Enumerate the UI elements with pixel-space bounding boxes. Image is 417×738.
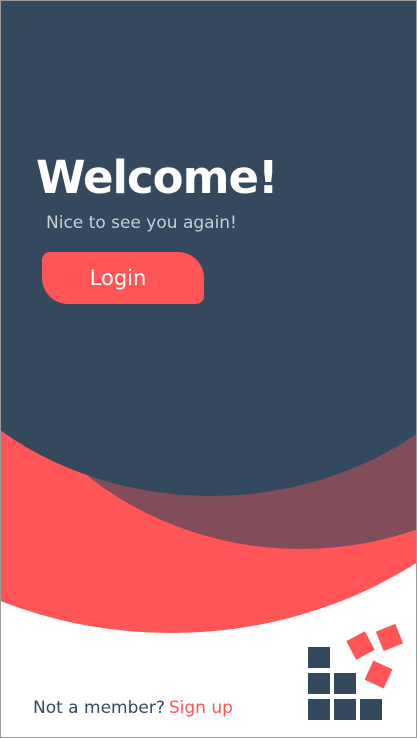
dark-blob-shape — [1, 1, 416, 496]
signup-prompt: Not a member? Sign up — [33, 698, 233, 718]
page-subtitle: Nice to see you again! — [46, 213, 237, 233]
signup-link[interactable]: Sign up — [169, 698, 233, 718]
signup-prompt-text: Not a member? — [33, 698, 165, 718]
page-title: Welcome! — [36, 151, 278, 204]
blocks-logo-icon — [308, 623, 404, 720]
app-window: Welcome! Nice to see you again! Login No… — [0, 0, 417, 738]
login-button[interactable]: Login — [42, 252, 204, 304]
